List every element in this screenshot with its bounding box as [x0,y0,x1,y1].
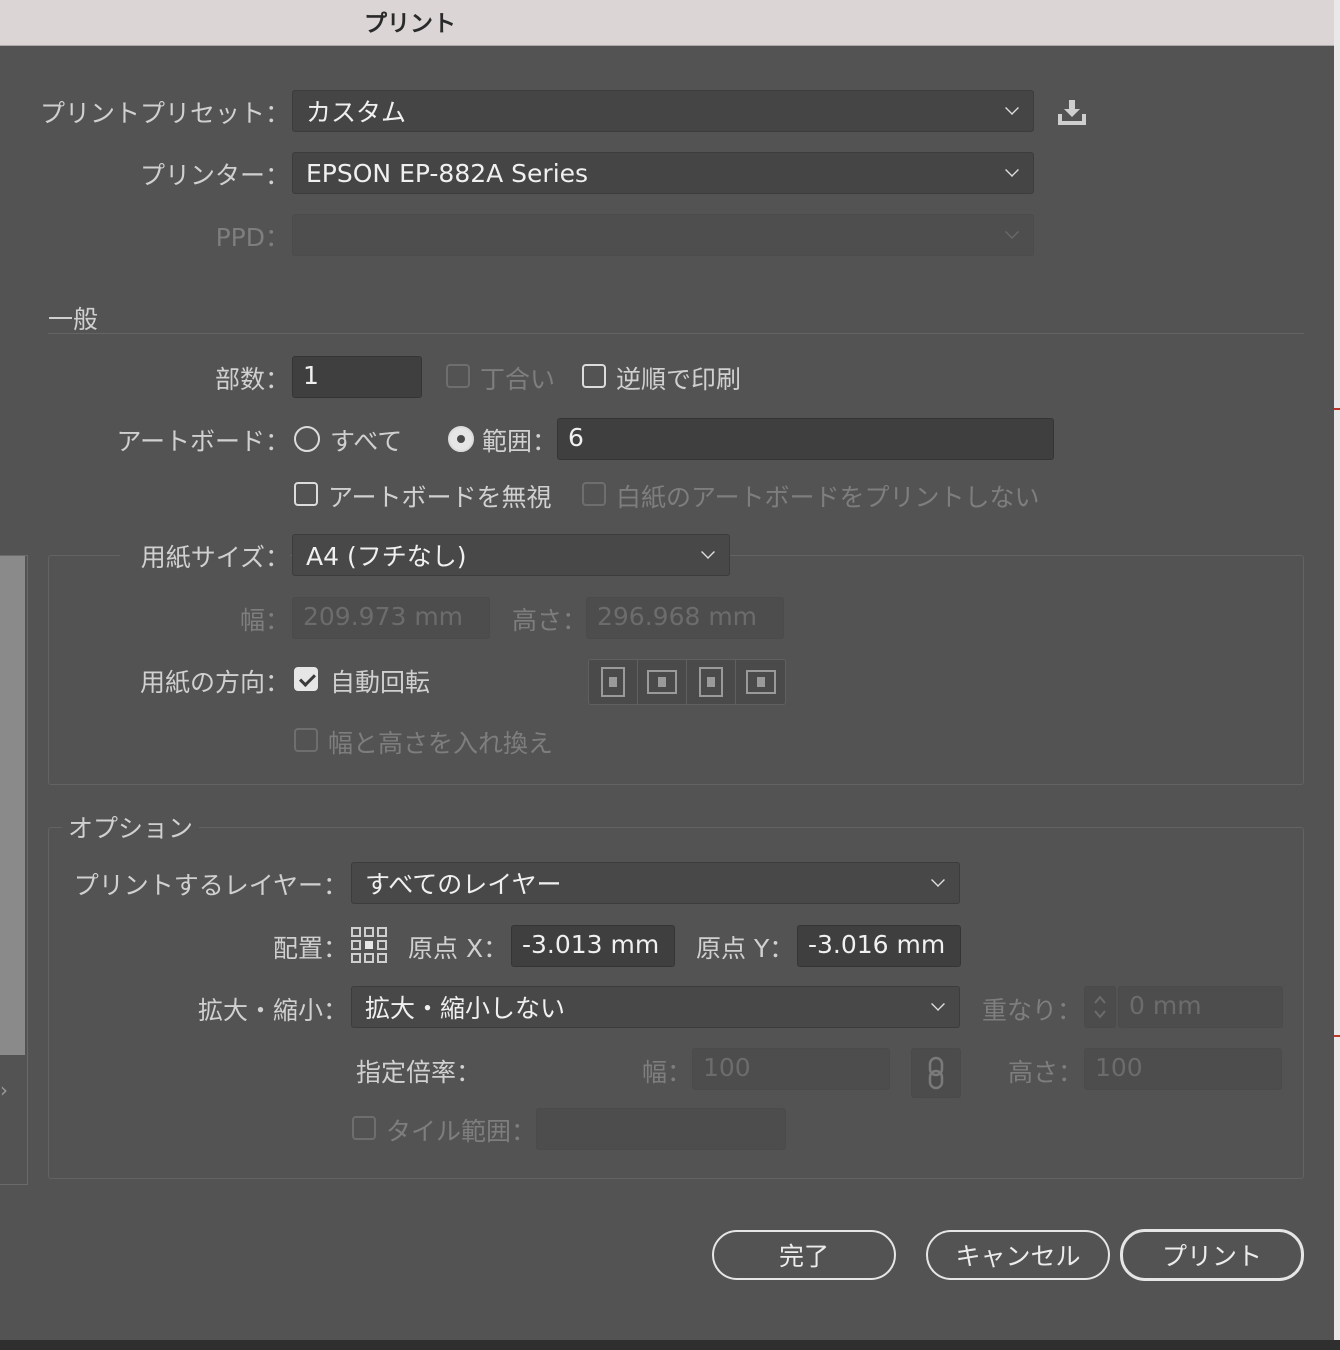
artboard-label: アートボード： [116,427,290,456]
swap-dimensions-checkbox[interactable] [294,728,318,752]
portrait-button[interactable] [589,660,638,704]
artboard-range-input[interactable]: 6 [557,418,1054,460]
paper-size-value: A4 (フチなし) [306,542,467,571]
stepper-icon[interactable] [1084,986,1116,1028]
scale-height-input[interactable]: 100 [1084,1048,1282,1090]
save-preset-icon[interactable] [1056,98,1088,128]
skip-blank-checkbox[interactable] [582,482,606,506]
link-icon[interactable] [911,1048,961,1098]
swap-dimensions-label: 幅と高さを入れ換え [328,729,554,758]
options-heading: オプション [62,809,200,845]
print-button[interactable]: プリント [1120,1229,1304,1281]
general-separator [48,333,1304,334]
paper-width-label: 幅： [239,606,290,635]
tile-range-input[interactable] [536,1108,786,1150]
artboard-all-label: すべて [330,427,403,456]
paper-height-input[interactable]: 296.968 mm [586,597,784,639]
layers-select[interactable]: すべてのレイヤー [351,862,960,904]
background-strip [0,1340,1340,1350]
reverse-portrait-icon [699,667,723,697]
scale-width-label: 幅： [642,1058,693,1087]
paper-height-label: 高さ： [512,606,588,635]
scale-value: 拡大・縮小しない [365,994,566,1023]
custom-scale-label: 指定倍率： [356,1058,482,1087]
done-button[interactable]: 完了 [712,1230,896,1280]
scale-label: 拡大・縮小： [197,996,348,1025]
origin-x-input[interactable]: -3.013 mm [511,925,675,967]
preset-value: カスタム [306,98,407,127]
layers-label: プリントするレイヤー： [73,871,348,900]
copies-label: 部数： [214,365,290,394]
chevron-down-icon [1005,101,1019,115]
tile-range-label: タイル範囲： [386,1117,537,1146]
landscape-button[interactable] [638,660,687,704]
paper-size-label: 用紙サイズ： [120,538,290,574]
ppd-label: PPD： [215,223,290,252]
ppd-select[interactable] [292,214,1034,256]
placement-label: 配置： [272,934,348,963]
origin-y-label: 原点 Y： [696,934,795,963]
window-title: プリント [364,11,456,37]
overlap-label: 重なり： [982,996,1083,1025]
preview-nav-icon: › [0,1078,8,1102]
artboard-range-radio[interactable] [448,426,474,452]
cancel-button[interactable]: キャンセル [926,1230,1110,1280]
preset-select[interactable]: カスタム [292,90,1034,132]
collate-label: 丁合い [480,365,556,394]
reverse-order-label: 逆順で印刷 [616,365,742,394]
preset-label: プリントプリセット： [39,99,290,128]
reverse-portrait-button[interactable] [687,660,736,704]
printer-select[interactable]: EPSON EP-882A Series [292,152,1034,194]
skip-blank-label: 白紙のアートボードをプリントしない [616,483,1040,512]
collate-checkbox[interactable] [446,364,470,388]
background-canvas-edge [1334,0,1340,1350]
reverse-landscape-button[interactable] [736,660,785,704]
printer-value: EPSON EP-882A Series [306,158,589,188]
layers-value: すべてのレイヤー [365,870,562,899]
orientation-label: 用紙の方向： [139,668,290,697]
landscape-icon [647,670,677,694]
overlap-input[interactable]: 0 mm [1118,986,1283,1028]
chevron-down-icon [701,545,715,559]
ignore-artboards-label: アートボードを無視 [328,483,552,512]
chevron-down-icon [931,997,945,1011]
orientation-buttons [588,659,786,705]
ignore-artboards-checkbox[interactable] [294,482,318,506]
tile-range-checkbox[interactable] [352,1116,376,1140]
printer-label: プリンター： [139,161,290,190]
scale-select[interactable]: 拡大・縮小しない [351,986,960,1028]
general-heading: 一般 [48,305,99,334]
copies-input[interactable]: 1 [292,356,422,398]
origin-y-input[interactable]: -3.016 mm [797,925,961,967]
chevron-down-icon [1005,225,1019,239]
artboard-all-radio[interactable] [294,426,320,452]
portrait-icon [601,667,625,697]
reverse-order-checkbox[interactable] [582,364,606,388]
auto-rotate-label: 自動回転 [330,668,431,697]
paper-width-input[interactable]: 209.973 mm [292,597,490,639]
reverse-landscape-icon [745,670,776,694]
origin-x-label: 原点 X： [408,934,509,963]
chevron-down-icon [1005,163,1019,177]
placement-grid-icon[interactable] [350,926,388,964]
scale-height-label: 高さ： [1008,1058,1084,1087]
artboard-range-label: 範囲： [482,427,558,456]
auto-rotate-checkbox[interactable] [294,667,318,691]
paper-size-select[interactable]: A4 (フチなし) [292,534,730,576]
scale-width-input[interactable]: 100 [692,1048,890,1090]
chevron-down-icon [931,873,945,887]
